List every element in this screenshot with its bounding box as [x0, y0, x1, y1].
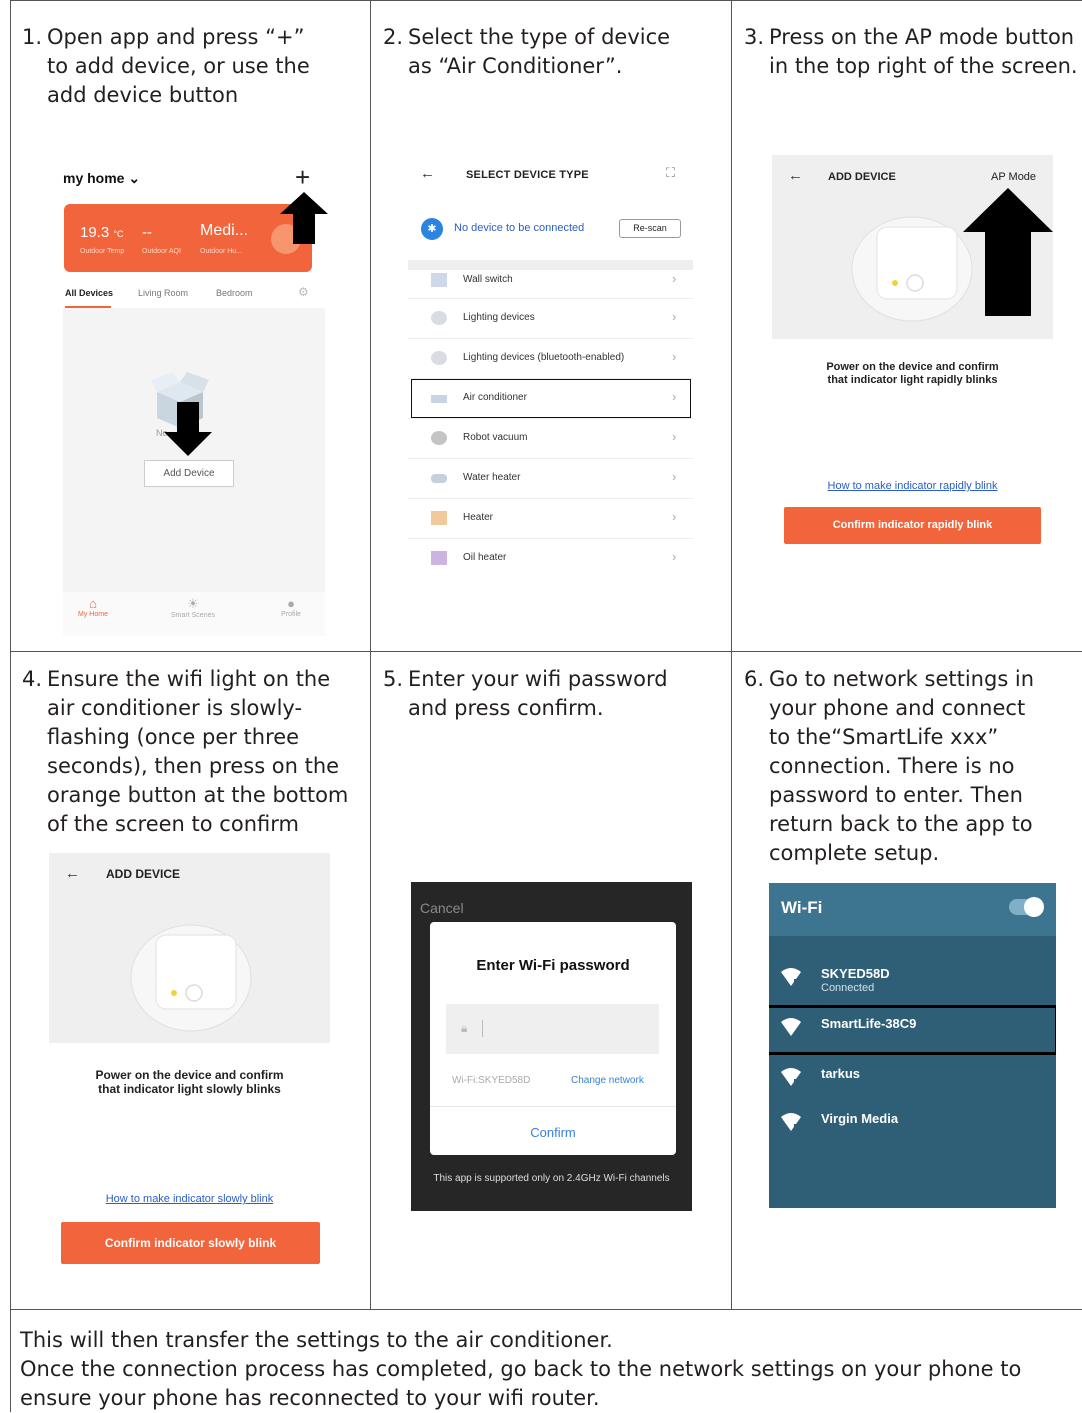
bluetooth-icon: ✱ [421, 218, 443, 240]
add-device-button[interactable]: Add Device [144, 460, 234, 487]
list-item[interactable]: Lighting devices (bluetooth-enabled) › [408, 339, 693, 379]
step-1-text: 1. Open app and press “+” to add device, … [22, 25, 310, 107]
back-arrow-icon[interactable]: ← [65, 865, 80, 882]
screen-header: ← SELECT DEVICE TYPE ⛶ [408, 155, 693, 197]
wifi-title: Wi-Fi [781, 898, 823, 917]
tab-living-room[interactable]: Living Room [138, 288, 188, 298]
list-item[interactable]: Wall switch › [408, 262, 693, 299]
list-item[interactable]: Water heater › [408, 459, 693, 499]
screen-title: SELECT DEVICE TYPE [466, 169, 589, 181]
instruction-message: Power on the device and confirm that indi… [826, 361, 999, 386]
ap-mode-button[interactable]: AP Mode [991, 171, 1036, 183]
dialog-title: Enter Wi-Fi password [476, 957, 630, 974]
network-item[interactable]: SKYED58D Connected [769, 958, 1056, 1002]
water-heater-icon [431, 474, 447, 483]
nav-smart-scenes[interactable]: ☀ Smart Scenes [163, 596, 223, 619]
grid-divider [11, 651, 1082, 652]
arrow-down-icon [164, 402, 212, 456]
list-item[interactable]: Oil heater › [408, 539, 693, 579]
confirm-slow-blink-button[interactable]: Confirm indicator slowly blink [61, 1222, 320, 1264]
plus-button[interactable]: + [295, 162, 310, 193]
outdoor-temp: 19.3 [80, 224, 110, 241]
outdoor-humidity: Medi... [200, 222, 249, 239]
device-indicator-icon [851, 216, 973, 322]
robot-vacuum-icon [431, 431, 447, 445]
confirm-rapid-blink-button[interactable]: Confirm indicator rapidly blink [784, 507, 1041, 544]
device-illustration-area: ← ADD DEVICE [49, 853, 330, 1043]
back-arrow-icon[interactable]: ← [420, 165, 435, 182]
divider [430, 1106, 676, 1107]
wifi-secured-icon [781, 1068, 801, 1086]
rescan-button[interactable]: Re-scan [619, 219, 681, 238]
confirm-button[interactable]: Confirm [430, 1125, 676, 1140]
device-area: No ...et Add Device [63, 308, 325, 636]
bluetooth-status: No device to be connected [454, 222, 585, 234]
oil-heater-icon [431, 551, 447, 565]
list-item[interactable]: Lighting devices › [408, 299, 693, 339]
device-indicator-icon [130, 924, 252, 1032]
step-4-text: 4. Ensure the wifi light on the air condi… [22, 667, 349, 836]
footer-note: This will then transfer the settings to … [20, 1328, 1022, 1410]
password-dialog: Enter Wi-Fi password 🔒︎ Wi-Fi:SKYED58D C… [430, 922, 676, 1155]
step-5-text: 5. Enter your wifi password and press con… [383, 667, 668, 720]
add-device-slow-screen: ← ADD DEVICE Power on the device and con… [49, 853, 330, 1271]
gear-icon[interactable]: ⚙ [298, 285, 309, 299]
grid-divider [11, 1309, 1082, 1310]
back-arrow-icon[interactable]: ← [788, 167, 803, 184]
heater-icon [431, 511, 447, 525]
step-3-text: 3. Press on the AP mode button in the top… [744, 25, 1078, 78]
bulb-icon [431, 311, 447, 325]
network-item[interactable]: Virgin Media [769, 1103, 1056, 1147]
nav-profile[interactable]: ● Profile [261, 596, 321, 618]
highlight-box [769, 1005, 1056, 1055]
wifi-note: This app is supported only on 2.4GHz Wi-… [433, 1173, 670, 1184]
wall-switch-icon [431, 273, 447, 287]
help-link[interactable]: How to make indicator slowly blink [49, 1193, 330, 1205]
network-item[interactable]: tarkus [769, 1058, 1056, 1102]
home-icon: ⌂ [89, 596, 97, 611]
arrow-up-icon [280, 192, 328, 244]
wifi-network-name: Wi-Fi:SKYED58D [452, 1075, 531, 1086]
highlight-box [411, 379, 691, 418]
screen-title: ADD DEVICE [828, 171, 896, 183]
home-title[interactable]: my home ⌄ [63, 170, 140, 187]
toggle-knob [1024, 897, 1044, 917]
wifi-settings-screen: Wi-Fi SKYED58D Connected SmartLife-38C9 … [769, 883, 1056, 1208]
sun-icon: ☀ [187, 596, 199, 611]
grid-divider [370, 1, 371, 1309]
cancel-button[interactable]: Cancel [420, 900, 464, 916]
scan-icon[interactable]: ⛶ [666, 165, 675, 181]
person-icon: ● [287, 596, 295, 611]
screen-title: ADD DEVICE [106, 867, 181, 881]
arrow-up-icon [963, 188, 1053, 316]
nav-my-home[interactable]: ⌂ My Home [63, 596, 123, 618]
list-item[interactable]: Heater › [408, 499, 693, 539]
list-item[interactable]: Robot vacuum › [408, 419, 693, 459]
bulb-icon [431, 351, 447, 365]
password-input[interactable]: 🔒︎ [446, 1004, 659, 1054]
bottom-nav: ⌂ My Home ☀ Smart Scenes ● Profile [63, 592, 325, 636]
wifi-secured-icon [781, 1113, 801, 1131]
wifi-header: Wi-Fi [769, 883, 1056, 936]
outdoor-aqi: -- [142, 224, 152, 241]
instruction-message: Power on the device and confirm that indi… [95, 1068, 284, 1096]
text-caret [482, 1020, 483, 1037]
tab-bedroom[interactable]: Bedroom [216, 288, 253, 298]
weather-banner: 19.3 °C -- Medi... Outdoor Temp Outdoor … [64, 204, 312, 272]
select-device-screen: ← SELECT DEVICE TYPE ⛶ ✱ No device to be… [408, 155, 693, 587]
grid-divider [731, 1, 732, 1309]
wifi-secured-icon [781, 968, 801, 986]
lock-icon: 🔒︎ [461, 1021, 468, 1035]
step-6-text: 6. Go to network settings in your phone a… [744, 667, 1035, 865]
wifi-password-screen: Cancel Enter Wi-Fi password 🔒︎ Wi-Fi:SKY… [411, 882, 692, 1211]
tab-all-devices[interactable]: All Devices [65, 288, 113, 298]
help-link[interactable]: How to make indicator rapidly blink [772, 480, 1053, 492]
change-network-link[interactable]: Change network [571, 1075, 644, 1086]
step-2-text: 2. Select the type of device as “Air Cond… [383, 25, 671, 78]
